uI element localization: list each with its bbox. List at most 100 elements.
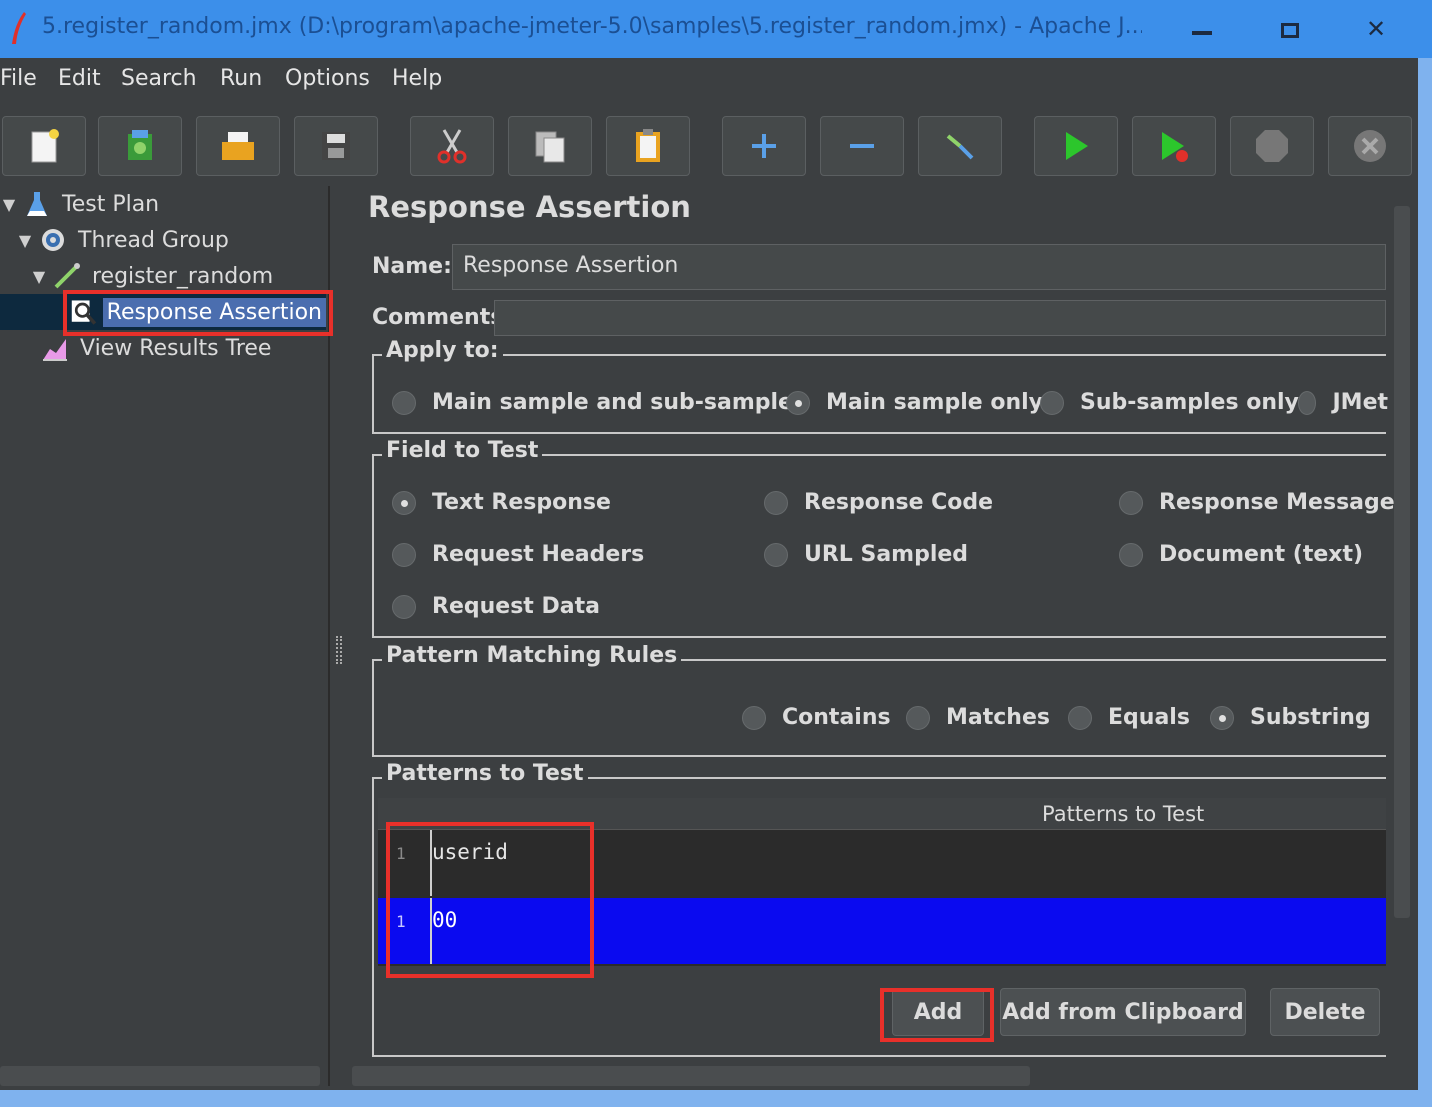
open-button[interactable] — [196, 116, 280, 176]
radio-dot — [906, 705, 930, 730]
table-row-selected[interactable]: 1 00 — [378, 898, 1386, 964]
add-from-clipboard-button[interactable]: Add from Clipboard — [1000, 988, 1246, 1036]
radio-dot — [1040, 390, 1064, 415]
start-no-pauses-button[interactable] — [1132, 116, 1216, 176]
collapse-icon — [850, 144, 874, 148]
new-button[interactable] — [2, 116, 86, 176]
shutdown-button[interactable] — [1328, 116, 1412, 176]
pattern-value[interactable]: userid — [432, 840, 508, 864]
response-assertion-panel: Response Assertion Name: Response Assert… — [348, 186, 1416, 1086]
add-button[interactable]: Add — [892, 988, 984, 1036]
menu-options[interactable]: Options — [285, 66, 370, 91]
apply-sub-only-radio[interactable]: Sub-samples only — [1040, 390, 1299, 415]
stop-button[interactable] — [1230, 116, 1314, 176]
radio-label: Sub-samples only — [1080, 390, 1299, 415]
field-to-test-group: Field to Test Text Response Response Cod… — [372, 438, 1395, 638]
patterns-title: Patterns to Test — [382, 761, 588, 786]
save-button[interactable] — [294, 116, 378, 176]
test-plan-tree: ▼ Test Plan ▼ Thread Group ▼ register_ra… — [0, 186, 330, 1086]
apply-main-only-radio[interactable]: Main sample only — [786, 390, 1043, 415]
pattern-value[interactable]: 00 — [432, 908, 457, 932]
radio-dot — [764, 542, 788, 567]
toggle-button[interactable] — [918, 116, 1002, 176]
line-number: 1 — [396, 844, 406, 863]
menu-file[interactable]: File — [0, 66, 37, 91]
comments-field[interactable] — [494, 300, 1386, 336]
tree-item-label: View Results Tree — [80, 335, 272, 361]
window-frame-bottom — [0, 1090, 1432, 1107]
maximize-button[interactable] — [1246, 0, 1334, 58]
chart-icon — [43, 339, 67, 361]
radio-dot — [764, 490, 788, 515]
rule-equals-radio[interactable]: Equals — [1068, 705, 1190, 730]
rule-matches-radio[interactable]: Matches — [906, 705, 1050, 730]
line-number: 1 — [396, 912, 406, 931]
window-frame-right — [1418, 58, 1432, 1107]
radio-label: Main sample and sub-samples — [432, 390, 807, 415]
collapse-all-button[interactable] — [820, 116, 904, 176]
expand-arrow-icon[interactable]: ▼ — [0, 195, 18, 214]
radio-dot — [1210, 705, 1234, 730]
flask-icon — [27, 192, 47, 216]
magnifier-icon — [71, 300, 97, 325]
radio-label: Main sample only — [826, 390, 1043, 415]
table-row[interactable]: 1 userid — [378, 830, 1386, 896]
apply-to-group: Apply to: Main sample and sub-samples Ma… — [372, 338, 1388, 434]
tree-item-thread-group[interactable]: ▼ Thread Group — [16, 222, 316, 258]
templates-icon — [128, 130, 152, 160]
radio-label: Matches — [946, 705, 1050, 730]
tree-item-register-random[interactable]: ▼ register_random — [30, 258, 320, 294]
maximize-icon — [1281, 22, 1299, 38]
radio-dot — [1068, 705, 1092, 730]
radio-label: Response Code — [804, 490, 994, 515]
expand-all-button[interactable] — [722, 116, 806, 176]
cut-button[interactable] — [410, 116, 494, 176]
menu-help[interactable]: Help — [392, 66, 442, 91]
tree-item-view-results-tree[interactable]: View Results Tree — [40, 330, 320, 366]
field-request-data-radio[interactable]: Request Data — [392, 594, 600, 619]
menu-run[interactable]: Run — [220, 66, 262, 91]
title-bar: 5.register_random.jmx (D:\program\apache… — [0, 0, 1432, 58]
cut-icon — [437, 129, 467, 164]
tree-item-test-plan[interactable]: ▼ Test Plan — [0, 186, 320, 222]
radio-label: Document (text) — [1159, 542, 1364, 567]
name-field[interactable]: Response Assertion — [452, 244, 1386, 290]
radio-label: Text Response — [432, 490, 611, 515]
start-no-pauses-icon — [1162, 132, 1188, 162]
tree-item-label: register_random — [92, 263, 274, 289]
radio-dot — [392, 594, 416, 619]
tree-horizontal-scrollbar[interactable] — [0, 1066, 320, 1086]
field-response-message-radio[interactable]: Response Message — [1119, 490, 1395, 515]
delete-button[interactable]: Delete — [1270, 988, 1380, 1036]
field-request-headers-radio[interactable]: Request Headers — [392, 542, 644, 567]
paste-button[interactable] — [606, 116, 690, 176]
expand-arrow-icon[interactable]: ▼ — [30, 267, 48, 286]
paste-icon — [636, 129, 660, 162]
menu-edit[interactable]: Edit — [58, 66, 101, 91]
field-url-sampled-radio[interactable]: URL Sampled — [764, 542, 968, 567]
copy-button[interactable] — [508, 116, 592, 176]
field-document-text-radio[interactable]: Document (text) — [1119, 542, 1363, 567]
apply-main-and-sub-radio[interactable]: Main sample and sub-samples — [392, 390, 806, 415]
split-pane-divider[interactable] — [333, 186, 345, 1086]
minimize-button[interactable] — [1158, 0, 1246, 58]
radio-dot — [392, 390, 416, 415]
apply-jmeter-variable-radio[interactable]: JMet — [1298, 390, 1388, 415]
tree-item-response-assertion[interactable]: Response Assertion — [0, 294, 326, 330]
field-response-code-radio[interactable]: Response Code — [764, 490, 993, 515]
menu-search[interactable]: Search — [121, 66, 197, 91]
rule-contains-radio[interactable]: Contains — [742, 705, 891, 730]
panel-vertical-scrollbar[interactable] — [1394, 206, 1410, 918]
field-text-response-radio[interactable]: Text Response — [392, 490, 611, 515]
splitter-grip[interactable] — [336, 636, 342, 664]
templates-button[interactable] — [98, 116, 182, 176]
start-button[interactable] — [1034, 116, 1118, 176]
expand-arrow-icon[interactable]: ▼ — [16, 231, 34, 250]
patterns-table: Patterns to Test 1 userid 1 00 — [378, 798, 1386, 966]
gear-icon — [42, 229, 64, 251]
close-icon: ✕ — [1365, 15, 1387, 43]
close-window-button[interactable]: ✕ — [1332, 0, 1420, 58]
rule-substring-radio[interactable]: Substring — [1210, 705, 1371, 730]
radio-dot — [742, 705, 766, 730]
panel-horizontal-scrollbar[interactable] — [352, 1066, 1030, 1086]
